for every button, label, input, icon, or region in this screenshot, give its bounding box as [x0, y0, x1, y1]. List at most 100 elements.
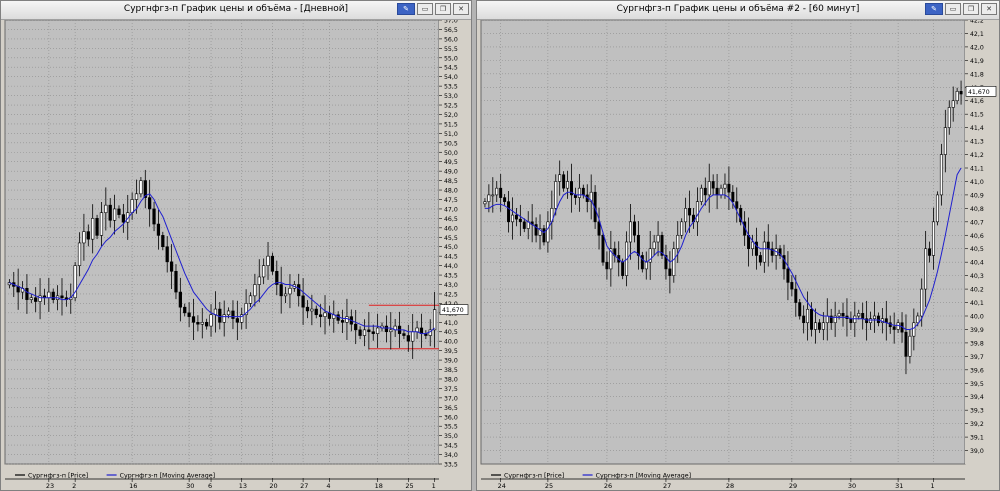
candle — [507, 201, 511, 223]
candle — [161, 235, 165, 248]
candle — [825, 315, 829, 324]
candle — [376, 327, 380, 334]
y-tick-label: 39,0 — [970, 448, 984, 455]
candle — [640, 255, 644, 270]
candle — [869, 318, 873, 324]
maximize-icon[interactable]: ❐ — [435, 3, 451, 15]
close-icon[interactable]: ✕ — [981, 3, 997, 15]
y-tick-label: 41,8 — [970, 71, 984, 78]
x-tick-label: 16 — [129, 482, 137, 490]
candle — [305, 306, 310, 312]
y-tick-label: 40,0 — [970, 314, 984, 321]
y-tick-label: 40,1 — [970, 300, 984, 307]
y-tick-label: 40,3 — [970, 273, 984, 280]
y-tick-label: 44,0 — [444, 263, 458, 270]
candle — [483, 201, 487, 205]
candle — [955, 91, 959, 102]
y-tick-label: 44,5 — [444, 254, 458, 261]
candle — [279, 284, 283, 297]
candle — [165, 246, 169, 263]
candle — [841, 313, 845, 317]
candle — [861, 313, 865, 319]
chart-window-daily[interactable]: Сургнфгз-п График цены и объёма - [Дневн… — [0, 0, 472, 491]
candle — [283, 293, 288, 297]
last-price-label: 41,670 — [442, 307, 464, 314]
candle — [629, 221, 633, 243]
y-tick-label: 56,5 — [444, 27, 458, 34]
candle — [932, 221, 936, 256]
y-tick-label: 38,5 — [444, 367, 458, 374]
candle — [514, 214, 518, 220]
candle — [522, 221, 526, 229]
legend-label: Сургнфгз-п [Moving Average] — [120, 473, 216, 480]
candle — [169, 261, 174, 272]
candle — [288, 287, 292, 295]
candle — [187, 312, 191, 317]
candle — [222, 314, 226, 323]
pin-icon[interactable]: ✎ — [397, 3, 415, 15]
y-tick-label: 41,2 — [970, 152, 984, 159]
x-tick-label: 25 — [545, 482, 553, 490]
candle — [270, 255, 275, 272]
candle — [178, 291, 182, 308]
y-tick-label: 51,0 — [444, 131, 458, 138]
candle — [487, 194, 491, 202]
y-tick-label: 40,2 — [970, 287, 984, 294]
candle — [121, 214, 125, 223]
legend-label: Сургнфгз-п [Price] — [28, 473, 88, 480]
x-tick-label: 27 — [300, 482, 308, 490]
x-tick-label: 18 — [375, 482, 383, 490]
maximize-icon[interactable]: ❐ — [963, 3, 979, 15]
candle — [731, 191, 735, 202]
candle — [156, 223, 161, 236]
candle — [577, 187, 581, 198]
candle — [908, 335, 912, 357]
candle — [821, 322, 825, 330]
y-tick-label: 41,3 — [970, 139, 984, 146]
candle — [912, 322, 916, 337]
minimize-icon[interactable]: ▭ — [945, 3, 961, 15]
window-titlebar[interactable]: Сургнфгз-п График цены и объёма #2 - [60… — [477, 1, 999, 20]
candle — [802, 315, 806, 324]
candle — [688, 208, 692, 216]
price-chart-daily[interactable]: 33,5 34,0 34,5 35,0 35,5 36,0 36,5 37,0 37,5 38,0… — [1, 20, 471, 491]
candle — [947, 107, 951, 128]
y-tick-label: 40,4 — [970, 260, 984, 267]
y-tick-label: 52,5 — [444, 103, 458, 110]
candle — [433, 309, 437, 331]
y-tick-label: 41,9 — [970, 58, 984, 65]
y-tick-label: 49,5 — [444, 159, 458, 166]
pin-icon[interactable]: ✎ — [925, 3, 943, 15]
y-tick-label: 41,0 — [444, 320, 458, 327]
candle — [301, 295, 305, 308]
candle — [25, 287, 29, 300]
candle — [117, 208, 121, 215]
y-tick-label: 35,5 — [444, 424, 458, 431]
candle — [226, 310, 231, 316]
candle — [951, 100, 955, 108]
y-tick-label: 39,4 — [970, 394, 984, 401]
y-tick-label: 40,9 — [970, 192, 984, 199]
minimize-icon[interactable]: ▭ — [417, 3, 433, 15]
candle — [235, 318, 239, 323]
candle — [813, 322, 817, 330]
candle — [91, 218, 95, 240]
close-icon[interactable]: ✕ — [453, 3, 469, 15]
price-chart-hourly[interactable]: 39,0 39,1 39,2 39,3 39,4 39,5 39,6 39,7 39,8 39,9… — [477, 20, 999, 491]
candle — [751, 241, 754, 250]
y-tick-label: 50,5 — [444, 140, 458, 147]
y-tick-label: 40,0 — [444, 339, 458, 346]
candle — [762, 241, 766, 263]
window-titlebar[interactable]: Сургнфгз-п График цены и объёма - [Дневн… — [1, 1, 471, 20]
candle — [542, 228, 546, 243]
y-tick-label: 47,0 — [444, 206, 458, 213]
y-tick-label: 43,0 — [444, 282, 458, 289]
candle — [319, 314, 323, 317]
chart-window-hourly[interactable]: Сургнфгз-п График цены и объёма #2 - [60… — [476, 0, 1000, 491]
candle — [174, 270, 178, 293]
candle — [810, 308, 814, 330]
candle — [719, 187, 723, 196]
candle — [95, 218, 99, 236]
candle — [253, 284, 257, 297]
candle — [786, 268, 790, 283]
